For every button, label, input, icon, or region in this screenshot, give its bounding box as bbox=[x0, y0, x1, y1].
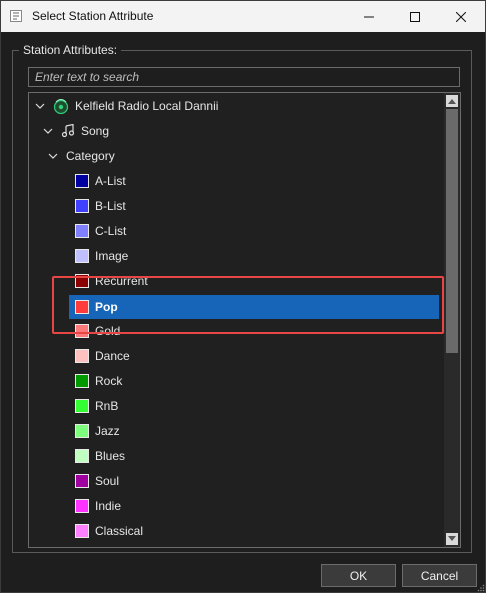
color-swatch bbox=[75, 248, 89, 263]
color-swatch bbox=[75, 423, 89, 438]
minimize-icon bbox=[364, 16, 374, 17]
resize-grip-icon[interactable] bbox=[477, 584, 485, 592]
color-swatch bbox=[75, 448, 89, 463]
color-swatch bbox=[75, 398, 89, 413]
station-label: Kelfield Radio Local Dannii bbox=[75, 98, 219, 113]
category-item-soul[interactable]: Soul bbox=[75, 468, 119, 493]
item-label: A-List bbox=[95, 173, 126, 188]
color-swatch bbox=[75, 473, 89, 488]
category-item-a-list[interactable]: A-List bbox=[75, 168, 126, 193]
song-label: Song bbox=[81, 123, 110, 138]
scroll-down-button[interactable] bbox=[446, 533, 458, 545]
tree-node-song[interactable]: Song bbox=[43, 118, 109, 143]
chevron-down-icon[interactable] bbox=[35, 101, 45, 111]
category-item-blues[interactable]: Blues bbox=[75, 443, 125, 468]
item-label: B-List bbox=[95, 198, 126, 213]
window-title: Select Station Attribute bbox=[32, 9, 154, 23]
maximize-icon bbox=[410, 11, 420, 22]
dialog-window: Select Station Attribute Station Attribu… bbox=[0, 0, 486, 593]
search-input[interactable]: Enter text to search bbox=[28, 67, 460, 87]
app-icon bbox=[10, 10, 22, 22]
item-label: Image bbox=[95, 248, 129, 263]
item-label: Rock bbox=[95, 373, 123, 388]
color-swatch bbox=[75, 373, 89, 388]
category-item-rnb[interactable]: RnB bbox=[75, 393, 118, 418]
tree-node-station[interactable]: Kelfield Radio Local Dannii bbox=[35, 93, 218, 118]
category-item-classical[interactable]: Classical bbox=[75, 518, 143, 543]
color-swatch bbox=[75, 523, 89, 538]
color-swatch bbox=[75, 348, 89, 363]
maximize-button[interactable] bbox=[392, 1, 438, 32]
minimize-button[interactable] bbox=[346, 1, 392, 32]
color-swatch bbox=[75, 198, 89, 213]
scroll-up-button[interactable] bbox=[446, 95, 458, 107]
category-label: Category bbox=[66, 148, 115, 163]
category-item-dance[interactable]: Dance bbox=[75, 343, 130, 368]
title-bar[interactable]: Select Station Attribute bbox=[1, 1, 485, 32]
category-item-image[interactable]: Image bbox=[75, 243, 128, 268]
category-item-c-list[interactable]: C-List bbox=[75, 218, 126, 243]
station-icon bbox=[53, 98, 69, 114]
category-item-rock[interactable]: Rock bbox=[75, 368, 122, 393]
chevron-down-icon[interactable] bbox=[48, 151, 58, 161]
vertical-scrollbar[interactable] bbox=[444, 93, 460, 547]
item-label: RnB bbox=[95, 398, 119, 413]
tree-node-category[interactable]: Category bbox=[48, 143, 115, 168]
annotation-highlight-box bbox=[52, 276, 444, 334]
color-swatch bbox=[75, 173, 89, 188]
music-note-icon bbox=[61, 123, 75, 137]
color-swatch bbox=[75, 498, 89, 513]
arrow-down-icon bbox=[448, 536, 456, 541]
group-legend: Station Attributes: bbox=[23, 43, 118, 57]
category-item-jazz[interactable]: Jazz bbox=[75, 418, 120, 443]
color-swatch bbox=[75, 223, 89, 238]
item-label: Blues bbox=[95, 448, 126, 463]
item-label: Jazz bbox=[95, 423, 120, 438]
close-icon bbox=[456, 11, 466, 22]
item-label: Indie bbox=[95, 498, 122, 513]
item-label: C-List bbox=[95, 223, 127, 238]
item-label: Soul bbox=[95, 473, 120, 488]
category-item-indie[interactable]: Indie bbox=[75, 493, 121, 518]
scrollbar-thumb[interactable] bbox=[446, 109, 458, 353]
item-label: Dance bbox=[95, 348, 130, 363]
item-label: Classical bbox=[95, 523, 144, 538]
category-item-b-list[interactable]: B-List bbox=[75, 193, 126, 218]
ok-button[interactable]: OK bbox=[321, 564, 396, 587]
close-button[interactable] bbox=[438, 1, 484, 32]
cancel-button[interactable]: Cancel bbox=[402, 564, 477, 587]
chevron-down-icon[interactable] bbox=[43, 126, 53, 136]
arrow-up-icon bbox=[448, 99, 456, 104]
